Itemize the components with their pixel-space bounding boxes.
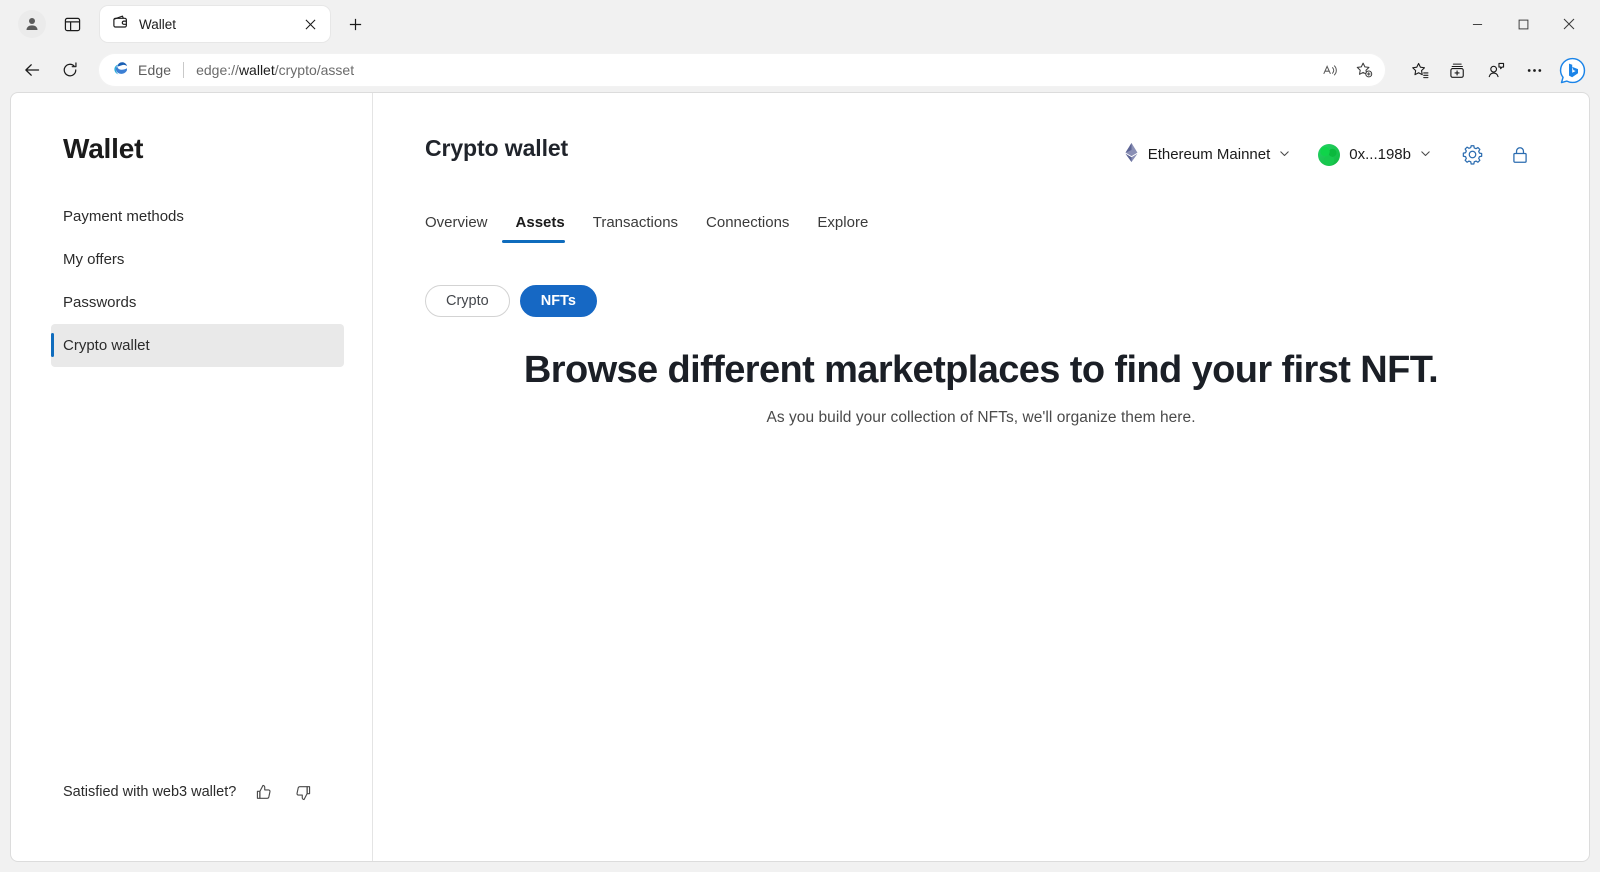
tab-connections[interactable]: Connections [692, 208, 803, 243]
pill-crypto[interactable]: Crypto [425, 285, 510, 317]
pill-label: Crypto [446, 293, 489, 309]
edge-logo-icon [112, 59, 129, 81]
account-blockie-avatar [1318, 144, 1340, 166]
address-bar[interactable]: Edge edge://wallet/crypto/asset [98, 53, 1386, 87]
tab-label: Connections [706, 214, 789, 231]
tab-explore[interactable]: Explore [803, 208, 882, 243]
add-favorite-star-icon[interactable] [1348, 56, 1380, 84]
sidebar-item-crypto-wallet[interactable]: Crypto wallet [51, 324, 344, 367]
sidebar-item-passwords[interactable]: Passwords [51, 281, 344, 324]
url-host: wallet [239, 62, 275, 78]
feedback-text: Satisfied with web3 wallet? [63, 784, 236, 800]
favorites-star-list-icon[interactable] [1402, 53, 1438, 87]
sidebar-title: Wallet [11, 133, 372, 165]
tab-label: Overview [425, 214, 488, 231]
maximize-icon[interactable] [1500, 0, 1546, 48]
person-avatar-icon [18, 10, 46, 38]
sidebar-item-my-offers[interactable]: My offers [51, 238, 344, 281]
sidebar-item-label: Passwords [63, 294, 136, 311]
back-arrow-icon[interactable] [14, 53, 50, 87]
split-screen-icon[interactable] [54, 8, 90, 40]
thumbs-down-icon[interactable] [290, 779, 316, 805]
wallet-favicon [112, 13, 129, 35]
url-path: /crypto/asset [275, 62, 354, 78]
sidebar-nav-list: Payment methods My offers Passwords Cryp… [11, 195, 372, 367]
account-selector[interactable]: 0x...198b [1308, 138, 1441, 172]
window-controls [1454, 0, 1592, 48]
url-prefix: edge:// [196, 62, 239, 78]
page-content: Wallet Payment methods My offers Passwor… [10, 92, 1590, 862]
tab-label: Transactions [593, 214, 678, 231]
chevron-down-icon [1279, 146, 1290, 163]
crypto-wallet-main: Crypto wallet Ethereum Mainnet [373, 93, 1589, 861]
navigation-toolbar: Edge edge://wallet/crypto/asset [0, 48, 1600, 92]
copilot-bing-icon[interactable] [1554, 53, 1590, 87]
url-text: edge://wallet/crypto/asset [196, 62, 354, 78]
empty-state-title: Browse different marketplaces to find yo… [524, 347, 1438, 395]
nft-empty-state: Browse different marketplaces to find yo… [425, 347, 1537, 427]
chevron-down-icon [1420, 146, 1431, 163]
gear-icon[interactable] [1455, 138, 1489, 172]
page-title: Crypto wallet [425, 135, 568, 162]
window-close-icon[interactable] [1546, 0, 1592, 48]
collections-icon[interactable] [1440, 53, 1476, 87]
asset-type-toggle: Crypto NFTs [425, 285, 1537, 317]
tab-transactions[interactable]: Transactions [579, 208, 692, 243]
refresh-icon[interactable] [52, 53, 88, 87]
browser-window: Wallet [0, 0, 1600, 872]
feedback-bar: Satisfied with web3 wallet? [11, 779, 372, 861]
read-aloud-icon[interactable] [1314, 56, 1346, 84]
tab-label: Assets [516, 214, 565, 231]
omnibox-divider [183, 62, 184, 78]
network-selector[interactable]: Ethereum Mainnet [1114, 137, 1301, 172]
main-header: Crypto wallet Ethereum Mainnet [425, 135, 1537, 172]
empty-state-subtitle: As you build your collection of NFTs, we… [766, 409, 1195, 427]
sidebar-item-label: Payment methods [63, 208, 184, 225]
pill-nfts[interactable]: NFTs [520, 285, 597, 317]
omnibox-actions [1314, 56, 1380, 84]
lock-icon[interactable] [1503, 138, 1537, 172]
wallet-sidebar: Wallet Payment methods My offers Passwor… [11, 93, 373, 861]
profile-button[interactable] [14, 8, 50, 40]
ethereum-icon [1124, 143, 1139, 166]
sidebar-item-label: Crypto wallet [63, 337, 150, 354]
new-tab-button[interactable] [338, 7, 372, 41]
network-label: Ethereum Mainnet [1148, 146, 1271, 163]
wallet-tabs: Overview Assets Transactions Connections… [425, 208, 1537, 243]
wallet-header-actions: Ethereum Mainnet 0x...198b [1114, 137, 1537, 172]
tab-close-icon[interactable] [298, 12, 322, 36]
thumbs-up-icon[interactable] [250, 779, 276, 805]
omnibox-brand-label: Edge [138, 62, 171, 78]
browser-tab[interactable]: Wallet [100, 6, 330, 42]
minimize-icon[interactable] [1454, 0, 1500, 48]
tab-label: Explore [817, 214, 868, 231]
account-address-label: 0x...198b [1349, 146, 1411, 163]
tab-strip: Wallet [0, 0, 1600, 48]
pill-label: NFTs [541, 293, 576, 309]
sidebar-item-label: My offers [63, 251, 124, 268]
browser-essentials-icon[interactable] [1478, 53, 1514, 87]
sidebar-item-payment-methods[interactable]: Payment methods [51, 195, 344, 238]
more-options-icon[interactable] [1516, 53, 1552, 87]
tab-assets[interactable]: Assets [502, 208, 579, 243]
tab-overview[interactable]: Overview [425, 208, 502, 243]
tab-title: Wallet [139, 17, 288, 32]
browser-toolbar-actions [1396, 53, 1590, 87]
